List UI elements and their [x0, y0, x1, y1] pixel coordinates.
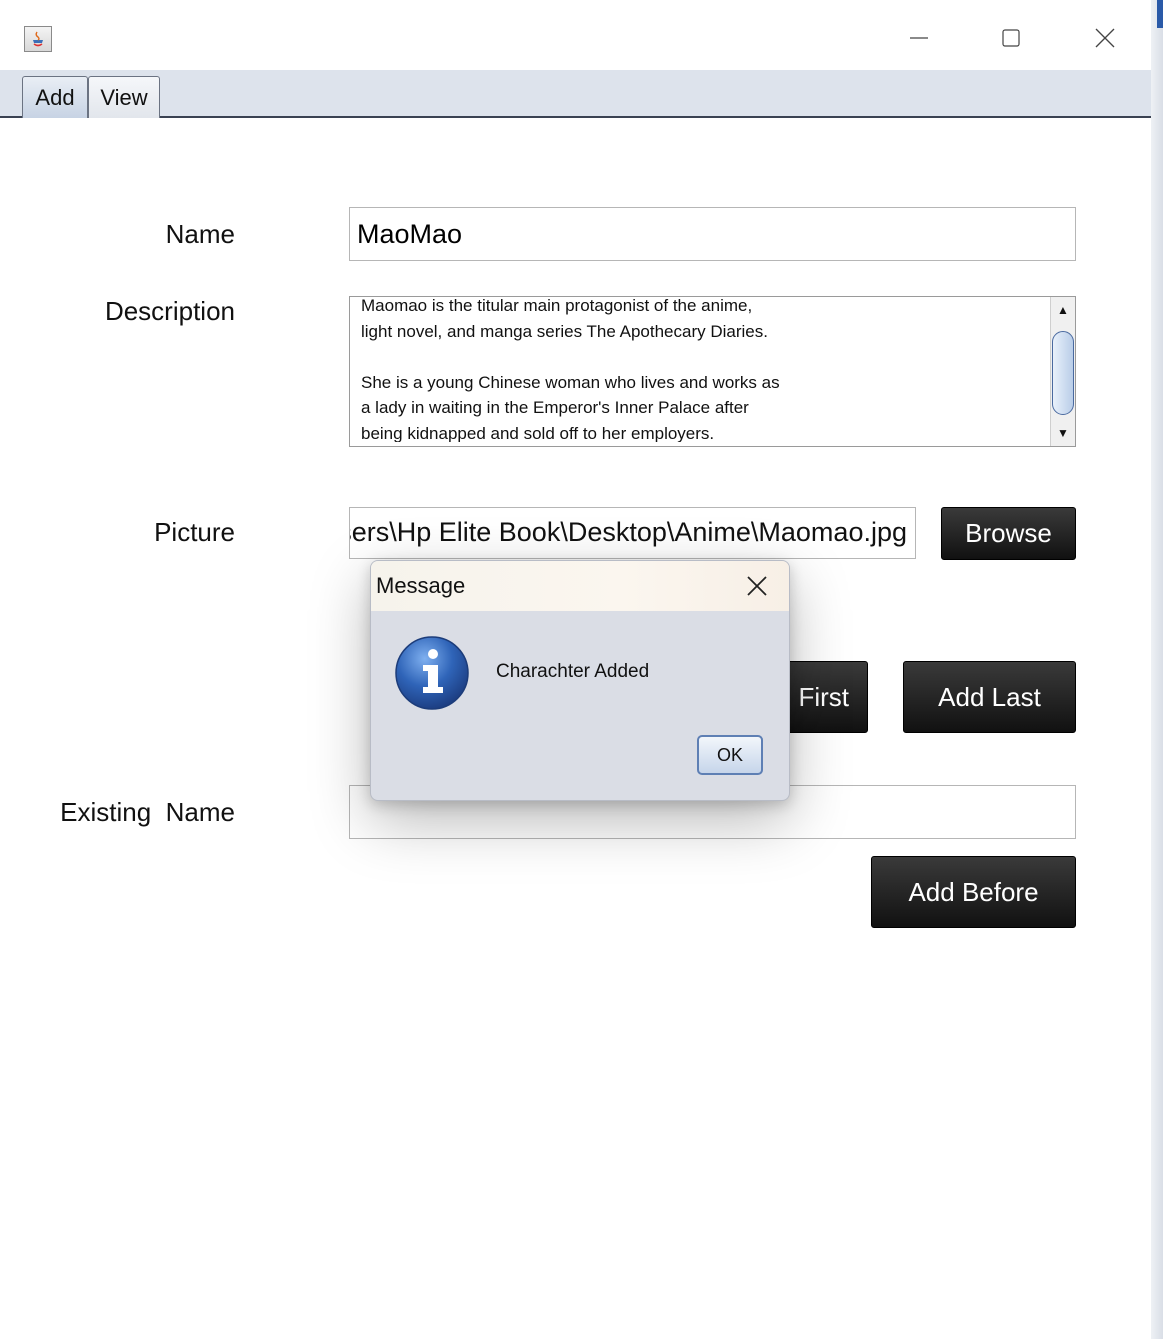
- picture-path-value: C:\Users\Hp Elite Book\Desktop\Anime\Mao…: [350, 517, 907, 547]
- scroll-down-arrow-icon[interactable]: ▼: [1051, 422, 1075, 444]
- picture-label: Picture: [154, 517, 235, 547]
- tab-view[interactable]: View: [88, 76, 160, 118]
- browse-button[interactable]: Browse: [941, 507, 1076, 560]
- minimize-icon: [910, 37, 928, 39]
- info-icon: [395, 636, 469, 710]
- picture-path-field[interactable]: C:\Users\Hp Elite Book\Desktop\Anime\Mao…: [349, 507, 916, 559]
- description-label: Description: [104, 296, 235, 326]
- tab-add[interactable]: Add: [22, 76, 88, 118]
- tab-strip: Add View: [0, 70, 1163, 118]
- message-dialog: Message Charachter Added OK: [370, 560, 790, 801]
- dialog-close-button[interactable]: [739, 569, 775, 603]
- existing-name-label: Existing Name: [60, 797, 235, 827]
- maximize-icon: [1002, 29, 1020, 47]
- description-scrollbar[interactable]: ▲ ▼: [1050, 297, 1075, 446]
- name-label: Name: [165, 219, 235, 249]
- title-bar: [0, 0, 1163, 70]
- name-input[interactable]: [350, 208, 1075, 260]
- dialog-title: Message: [376, 573, 466, 598]
- dialog-message: Charachter Added: [496, 661, 650, 682]
- window-right-edge: [1151, 0, 1163, 1339]
- dialog-title-bar: Message: [371, 561, 789, 611]
- name-field[interactable]: [349, 207, 1076, 261]
- description-textarea[interactable]: Maomao is the titular main protagonist o…: [361, 293, 1051, 442]
- add-before-button[interactable]: Add Before: [871, 856, 1076, 928]
- description-field[interactable]: Maomao is the titular main protagonist o…: [349, 296, 1076, 447]
- java-app-icon: [24, 26, 52, 52]
- add-last-button[interactable]: Add Last: [903, 661, 1076, 733]
- scroll-thumb[interactable]: [1052, 331, 1074, 415]
- close-icon: [747, 576, 767, 596]
- close-icon: [1095, 28, 1115, 48]
- maximize-button[interactable]: [988, 18, 1034, 58]
- scroll-up-arrow-icon[interactable]: ▲: [1051, 299, 1075, 321]
- app-window: Add View Name Description Maomao is the …: [0, 0, 1163, 1339]
- close-button[interactable]: [1082, 18, 1128, 58]
- ok-button[interactable]: OK: [697, 735, 763, 775]
- minimize-button[interactable]: [896, 18, 942, 58]
